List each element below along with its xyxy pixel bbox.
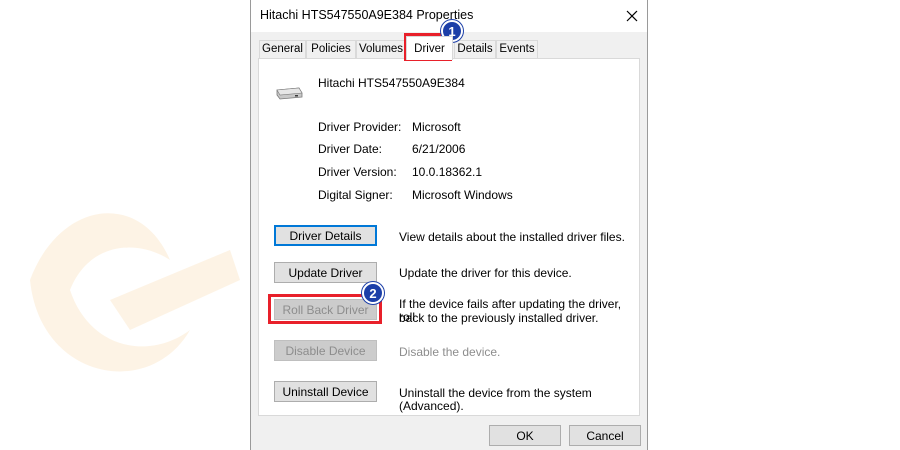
ok-button[interactable]: OK [489,425,561,446]
close-button[interactable] [617,0,647,32]
tab-general[interactable]: General [259,40,306,58]
roll-back-description-line2: back to the previously installed driver. [399,311,599,325]
uninstall-device-description: Uninstall the device from the system (Ad… [399,386,592,413]
tab-details[interactable]: Details [454,40,496,58]
driver-provider-value: Microsoft [412,120,461,134]
tab-volumes[interactable]: Volumes [356,40,406,58]
window-title: Hitachi HTS547550A9E384 Properties [260,8,474,22]
driver-date-value: 6/21/2006 [412,142,466,156]
driver-details-description: View details about the installed driver … [399,230,625,244]
close-icon [626,10,638,22]
driver-version-label: Driver Version: [318,165,397,179]
step-2-marker: 2 [362,282,384,304]
update-driver-button[interactable]: Update Driver [274,262,377,283]
driver-date-label: Driver Date: [318,142,383,156]
tab-events[interactable]: Events [496,40,538,58]
uninstall-device-button[interactable]: Uninstall Device [274,381,377,402]
driver-details-button[interactable]: Driver Details [274,225,377,246]
update-driver-description: Update the driver for this device. [399,266,572,280]
properties-dialog: Hitachi HTS547550A9E384 Properties Gener… [250,0,648,450]
tab-policies[interactable]: Policies [306,40,356,58]
driver-provider-label: Driver Provider: [318,120,402,134]
digital-signer-value: Microsoft Windows [412,188,513,202]
digital-signer-label: Digital Signer: [318,188,393,202]
cancel-button[interactable]: Cancel [569,425,641,446]
disable-device-description: Disable the device. [399,345,501,359]
disable-device-button[interactable]: Disable Device [274,340,377,361]
driver-version-value: 10.0.18362.1 [412,165,483,179]
device-name: Hitachi HTS547550A9E384 [318,76,465,90]
hard-drive-icon [275,86,303,105]
tab-driver[interactable]: Driver [406,36,453,60]
driver-panel: Hitachi HTS547550A9E384 Driver Provider:… [258,58,640,416]
